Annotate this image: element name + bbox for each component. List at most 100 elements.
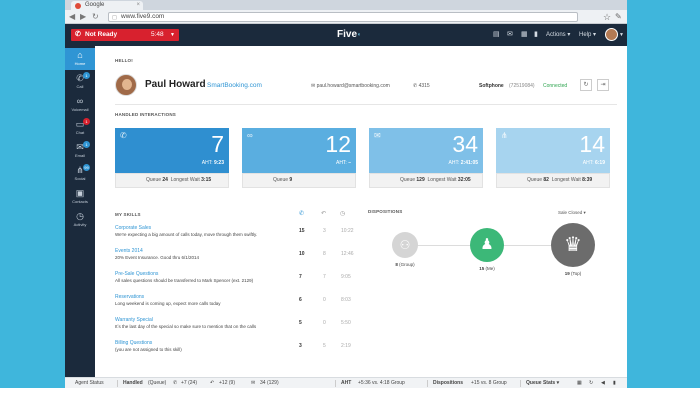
- browser-toolbar: ◀ ▶ ↻ ◻ www.five9.com ☆ ✎: [65, 10, 627, 24]
- interaction-card[interactable]: ∞ 12 AHT: – Queue 9: [242, 128, 356, 188]
- skill-description: Itʼs the last day of the special so make…: [115, 324, 257, 329]
- card-queue-label: Queue: [527, 177, 543, 183]
- skill-time: 10:22: [341, 228, 354, 234]
- skill-description: Long weekend is coming up, expect more c…: [115, 301, 221, 306]
- skill-row[interactable]: Warranty Special Itʼs the last day of the…: [115, 317, 351, 339]
- logout-icon: ⇥: [600, 82, 606, 88]
- card-header: ⋔ 14 AHT: 6:19: [496, 128, 610, 173]
- speaker-icon[interactable]: ◀: [601, 378, 605, 388]
- sidenav-item-contacts[interactable]: ▣ Contacts: [65, 186, 95, 208]
- statusbar-vm: +12 (9): [219, 380, 235, 386]
- skill-time: 12:46: [341, 251, 354, 257]
- interaction-card[interactable]: ✆ 7 AHT: 9:23 Queue 24 Longest Wait 3:15: [115, 128, 229, 188]
- agent-status-tab[interactable]: Agent Status: [75, 378, 104, 388]
- skill-row[interactable]: Reservations Long weekend is coming up, e…: [115, 294, 351, 316]
- app-logo-text: Five: [337, 29, 358, 40]
- phone-icon: ✆: [120, 131, 127, 140]
- back-icon[interactable]: ◀: [69, 10, 75, 24]
- sidenav-item-chat[interactable]: ▭ Chat 1: [65, 117, 95, 139]
- email-icon: ✉: [76, 142, 84, 152]
- close-tab-icon[interactable]: ×: [136, 1, 140, 10]
- wrench-icon[interactable]: ✎: [615, 10, 622, 24]
- card-aht-label: AHT:: [582, 160, 594, 166]
- browser-tab-strip: Google ×: [65, 0, 627, 10]
- softphone-label: Softphone: [479, 83, 504, 89]
- group-icon: ⚇: [399, 238, 411, 252]
- email-icon: ✉: [374, 131, 381, 140]
- skill-name-link[interactable]: Reservations: [115, 294, 144, 301]
- disposition-filter-dropdown[interactable]: Sale Closed ▾: [558, 209, 586, 216]
- card-aht-label: AHT:: [448, 160, 460, 166]
- disposition-filter-label: Sale Closed: [558, 210, 583, 215]
- statusbar-email-icon: ✉: [251, 380, 256, 386]
- sidenav-item-email[interactable]: ✉ Email 1: [65, 140, 95, 162]
- skill-calls: 5: [299, 320, 302, 326]
- refresh-button[interactable]: ↻: [580, 79, 592, 91]
- user-company-link[interactable]: SmartBooking.com: [207, 81, 262, 91]
- actions-menu[interactable]: Actions ▾: [546, 29, 570, 41]
- card-aht-value: –: [348, 160, 351, 166]
- skill-row[interactable]: Corporate Sales We're expecting a big amo…: [115, 225, 354, 247]
- skill-name-link[interactable]: Warranty Special: [115, 317, 153, 324]
- sidenav-label: Social: [74, 176, 86, 181]
- user-email: ✉ paul.howard@smartbooking.com: [311, 82, 390, 90]
- skill-voicemails: 5: [323, 343, 326, 349]
- skill-row[interactable]: Billing Questions (you are not assigned t…: [115, 340, 351, 362]
- book-icon[interactable]: ▤: [493, 29, 500, 41]
- favicon-icon: [75, 2, 81, 9]
- address-bar[interactable]: ◻ www.five9.com: [108, 12, 578, 22]
- grid-icon[interactable]: ▦: [577, 378, 582, 388]
- browser-tab[interactable]: Google ×: [71, 1, 143, 10]
- inbox-icon[interactable]: ✉: [507, 29, 513, 41]
- disposition-value: 8: [395, 262, 398, 267]
- handled-interactions-title: HANDLED INTERACTIONS: [115, 112, 176, 117]
- handled-label: Handled: [123, 380, 143, 386]
- handled-queue: (Queue): [148, 380, 167, 386]
- skill-name-link[interactable]: Corporate Sales: [115, 225, 151, 232]
- agent-state-button[interactable]: ✆ Not Ready 5:48 ▼: [71, 29, 179, 41]
- sidenav-item-activity[interactable]: ◷ Activity: [65, 209, 95, 231]
- greeting-text: HELLO!: [115, 58, 133, 63]
- card-queue-label: Queue: [273, 177, 289, 183]
- skill-row[interactable]: Pre-Sale Questions All sales questions sh…: [115, 271, 351, 293]
- sidenav-badge: 1: [83, 72, 90, 79]
- divider: [117, 380, 118, 387]
- user-extension: ✆ 4315: [413, 82, 430, 90]
- skill-voicemails: 0: [323, 297, 326, 303]
- card-longest-wait-label: Longest Wait: [427, 177, 457, 183]
- skill-calls: 6: [299, 297, 302, 303]
- interaction-card[interactable]: ✉ 34 AHT: 2:41:05 Queue 129 Longest Wait 32…: [369, 128, 483, 188]
- skill-voicemails: 0: [323, 320, 326, 326]
- card-aht-label: AHT:: [201, 160, 213, 166]
- user-avatar[interactable]: [605, 28, 618, 41]
- skill-name-link[interactable]: Billing Questions: [115, 340, 152, 347]
- chevron-down-icon[interactable]: ▼: [619, 29, 624, 41]
- skill-name-link[interactable]: Events 2014: [115, 248, 143, 255]
- disposition-group: (Top): [571, 271, 582, 276]
- sidenav-item-call[interactable]: ✆ Call 1: [65, 71, 95, 93]
- interaction-card[interactable]: ⋔ 14 AHT: 6:19 Queue 82 Longest Wait 8:39: [496, 128, 610, 188]
- app-logo: Five◖: [337, 29, 361, 41]
- skill-name-link[interactable]: Pre-Sale Questions: [115, 271, 158, 278]
- sidenav-item-social[interactable]: ⋔ Social 99: [65, 163, 95, 185]
- disposition-group: (Me): [485, 266, 495, 271]
- queue-stats-button[interactable]: Queue Stats ▾: [526, 378, 559, 388]
- card-footer: Queue 82 Longest Wait 8:39: [496, 173, 610, 188]
- sidenav-item-home[interactable]: ⌂ Home: [65, 48, 95, 70]
- help-menu[interactable]: Help ▾: [579, 29, 596, 41]
- dispositions-value: +15 vs. 8 Group: [471, 380, 507, 386]
- reload-icon[interactable]: ↻: [92, 10, 99, 24]
- logout-button[interactable]: ⇥: [597, 79, 609, 91]
- notes-icon[interactable]: ▮: [534, 29, 538, 41]
- refresh-icon[interactable]: ↻: [589, 378, 593, 388]
- forward-icon[interactable]: ▶: [80, 10, 86, 24]
- divider: [115, 104, 617, 105]
- sidenav-item-voicemail[interactable]: ∞ Voicemail: [65, 94, 95, 116]
- calendar-icon[interactable]: ▦: [521, 29, 528, 41]
- chat-icon: ▭: [75, 119, 85, 129]
- microphone-icon[interactable]: ▮: [613, 378, 616, 388]
- card-queue-value: 24: [162, 177, 168, 183]
- bookmark-star-icon[interactable]: ☆: [603, 10, 611, 24]
- card-queue-value: 82: [543, 177, 549, 183]
- skill-row[interactable]: Events 2014 20% Event Insurance. Good thr…: [115, 248, 354, 270]
